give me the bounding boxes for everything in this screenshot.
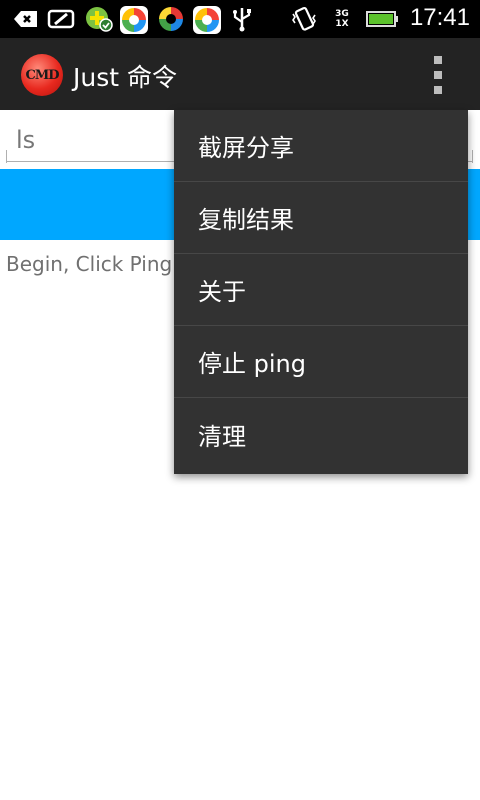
overflow-dot-icon <box>434 71 442 79</box>
menu-item-screenshot-share[interactable]: 截屏分享 <box>174 110 468 182</box>
back-arrow-icon <box>12 5 40 33</box>
input-edge-left <box>6 150 7 163</box>
network-type-top: 3G <box>335 9 349 19</box>
menu-item-about[interactable]: 关于 <box>174 254 468 326</box>
quad-circle-icon <box>156 5 186 33</box>
status-time: 17:41 <box>409 4 470 31</box>
network-type-bottom: 1X <box>335 19 349 29</box>
status-bar: 3G 1X 17:41 <box>0 0 480 38</box>
usb-icon <box>230 5 254 33</box>
signal-icon: 3G 1X <box>328 5 356 33</box>
overflow-menu: 截屏分享 复制结果 关于 停止 ping 清理 <box>174 110 468 474</box>
output-text: Begin, Click Ping <box>6 252 173 276</box>
menu-item-stop-ping[interactable]: 停止 ping <box>174 326 468 398</box>
app-store-icon <box>193 6 221 34</box>
battery-icon <box>366 5 400 33</box>
menu-item-clear[interactable]: 清理 <box>174 398 468 470</box>
app-logo: CMD <box>21 54 63 96</box>
overflow-dot-icon <box>434 56 442 64</box>
menu-item-copy-result[interactable]: 复制结果 <box>174 182 468 254</box>
action-bar: CMD Just 命令 <box>0 38 480 110</box>
plus-check-icon <box>84 5 114 33</box>
tablet-icon <box>46 5 78 33</box>
overflow-menu-button[interactable] <box>426 56 450 94</box>
app-store-icon <box>120 6 148 34</box>
input-edge-right <box>472 150 473 163</box>
vibrate-icon <box>290 5 318 33</box>
overflow-dot-icon <box>434 86 442 94</box>
app-title: Just 命令 <box>73 63 177 92</box>
app-logo-text: CMD <box>25 67 59 83</box>
